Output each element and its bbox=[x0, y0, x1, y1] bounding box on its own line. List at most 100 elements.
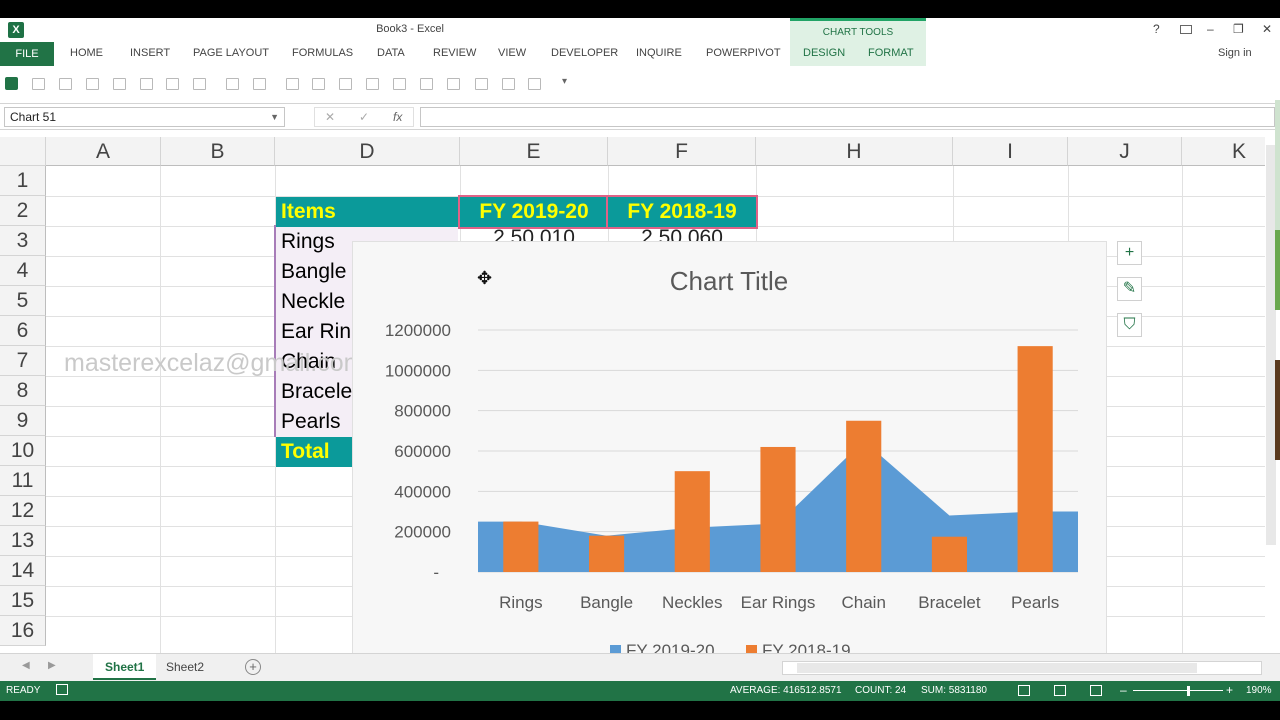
status-sum: SUM: 5831180 bbox=[921, 685, 987, 696]
tab-developer[interactable]: DEVELOPER bbox=[551, 47, 618, 59]
chart-styles-brush-icon[interactable]: ✎ bbox=[1117, 277, 1142, 301]
chevron-down-icon[interactable]: ▼ bbox=[270, 108, 279, 126]
row-header[interactable]: 4 bbox=[0, 256, 46, 286]
row-header[interactable]: 14 bbox=[0, 556, 46, 586]
chart-elements-plus-icon[interactable]: + bbox=[1117, 241, 1142, 265]
scroll-left-icon[interactable]: ◀ bbox=[22, 660, 30, 671]
row-header[interactable]: 1 bbox=[0, 166, 46, 196]
row-header[interactable]: 12 bbox=[0, 496, 46, 526]
customize-toolbar-icon[interactable]: ▾ bbox=[562, 76, 567, 87]
toolbar-icon[interactable] bbox=[253, 78, 266, 90]
tab-formulas[interactable]: FORMULAS bbox=[292, 47, 353, 59]
toolbar-icon[interactable] bbox=[339, 78, 352, 90]
cancel-icon[interactable]: ✕ bbox=[325, 110, 335, 124]
column-header-a[interactable]: A bbox=[46, 137, 161, 166]
tab-data[interactable]: DATA bbox=[377, 47, 405, 59]
page-layout-view-icon[interactable] bbox=[1054, 685, 1066, 696]
row-header[interactable]: 7 bbox=[0, 346, 46, 376]
toolbar-icon[interactable] bbox=[166, 78, 179, 90]
bar-fy-2018-19 bbox=[674, 471, 710, 572]
column-header-j[interactable]: J bbox=[1068, 137, 1182, 166]
toolbar-icon[interactable] bbox=[193, 78, 206, 90]
toolbar-icon[interactable] bbox=[502, 78, 515, 90]
row-header[interactable]: 8 bbox=[0, 376, 46, 406]
row-header[interactable]: 10 bbox=[0, 436, 46, 466]
watermark: masterexcelaz@gmail.com bbox=[64, 349, 365, 377]
zoom-slider-thumb[interactable] bbox=[1187, 686, 1190, 696]
zoom-in-icon[interactable]: + bbox=[1226, 683, 1233, 697]
column-header-h[interactable]: H bbox=[756, 137, 953, 166]
toolbar-icon[interactable] bbox=[393, 78, 406, 90]
ribbon-display-icon[interactable] bbox=[1180, 25, 1192, 34]
toolbar-icon[interactable] bbox=[447, 78, 460, 90]
column-header-e[interactable]: E bbox=[460, 137, 608, 166]
toolbar-icon[interactable] bbox=[420, 78, 433, 90]
tab-powerpivot[interactable]: POWERPIVOT bbox=[706, 47, 781, 59]
tab-view[interactable]: VIEW bbox=[498, 47, 526, 59]
tab-format[interactable]: FORMAT bbox=[868, 47, 914, 59]
scroll-right-icon[interactable]: ▶ bbox=[48, 660, 56, 671]
row-header[interactable]: 9 bbox=[0, 406, 46, 436]
normal-view-icon[interactable] bbox=[1018, 685, 1030, 696]
toolbar-icon[interactable] bbox=[32, 78, 45, 90]
page-break-view-icon[interactable] bbox=[1090, 685, 1102, 696]
scroll-thumb[interactable] bbox=[797, 663, 1197, 673]
tab-page-layout[interactable]: PAGE LAYOUT bbox=[193, 47, 269, 59]
enter-icon[interactable]: ✓ bbox=[359, 110, 369, 124]
column-header-d[interactable]: D bbox=[275, 137, 460, 166]
zoom-level[interactable]: 190% bbox=[1246, 685, 1272, 696]
sheet-tab-sheet2[interactable]: Sheet2 bbox=[154, 654, 216, 680]
select-all-corner[interactable] bbox=[0, 137, 46, 166]
help-icon[interactable]: ? bbox=[1153, 22, 1160, 36]
formula-input[interactable] bbox=[420, 107, 1275, 127]
row-header[interactable]: 5 bbox=[0, 286, 46, 316]
bar-fy-2018-19 bbox=[760, 446, 796, 572]
zoom-out-icon[interactable]: – bbox=[1120, 683, 1127, 697]
toolbar-icon[interactable] bbox=[113, 78, 126, 90]
toolbar-icon[interactable] bbox=[59, 78, 72, 90]
row-header[interactable]: 3 bbox=[0, 226, 46, 256]
horizontal-scrollbar[interactable] bbox=[782, 661, 1262, 675]
column-header-k[interactable]: K bbox=[1182, 137, 1275, 166]
toolbar-icon[interactable] bbox=[475, 78, 488, 90]
name-box[interactable]: Chart 51 ▼ bbox=[4, 107, 285, 127]
sheet-tab-sheet1[interactable]: Sheet1 bbox=[93, 654, 157, 680]
tab-file[interactable]: FILE bbox=[0, 42, 54, 66]
row-header[interactable]: 13 bbox=[0, 526, 46, 556]
column-header-i[interactable]: I bbox=[953, 137, 1068, 166]
toolbar-icon[interactable] bbox=[528, 78, 541, 90]
chart-object[interactable]: Chart Title - 200000 400000 600000 800000 1000… bbox=[352, 241, 1107, 653]
minimize-button[interactable]: – bbox=[1207, 22, 1214, 36]
sign-in-link[interactable]: Sign in bbox=[1218, 47, 1252, 59]
chart-filter-icon[interactable]: ⛉ bbox=[1117, 313, 1142, 337]
camera-icon[interactable] bbox=[140, 78, 153, 90]
insert-function-icon[interactable]: fx bbox=[393, 110, 402, 124]
column-header-f[interactable]: F bbox=[608, 137, 756, 166]
status-ready: READY bbox=[6, 685, 41, 696]
macro-record-icon[interactable] bbox=[56, 684, 68, 695]
x-category-label: Pearls bbox=[1011, 593, 1059, 612]
toolbar-icon[interactable] bbox=[86, 78, 99, 90]
row-header[interactable]: 16 bbox=[0, 616, 46, 646]
row-header[interactable]: 11 bbox=[0, 466, 46, 496]
tab-design[interactable]: DESIGN bbox=[803, 47, 845, 59]
row-header[interactable]: 6 bbox=[0, 316, 46, 346]
restore-button[interactable]: ❐ bbox=[1233, 22, 1244, 36]
top-black-bar bbox=[0, 0, 1280, 18]
row-header[interactable]: 2 bbox=[0, 196, 46, 226]
tab-inquire[interactable]: INQUIRE bbox=[636, 47, 682, 59]
tab-home[interactable]: HOME bbox=[70, 47, 103, 59]
tab-review[interactable]: REVIEW bbox=[433, 47, 476, 59]
toolbar-icon[interactable] bbox=[312, 78, 325, 90]
row-header[interactable]: 15 bbox=[0, 586, 46, 616]
save-icon[interactable] bbox=[5, 77, 18, 90]
toolbar-icon[interactable] bbox=[286, 78, 299, 90]
tab-insert[interactable]: INSERT bbox=[130, 47, 170, 59]
add-sheet-icon[interactable]: + bbox=[245, 659, 261, 675]
toolbar-icon[interactable] bbox=[226, 78, 239, 90]
toolbar-icon[interactable] bbox=[366, 78, 379, 90]
close-button[interactable]: ✕ bbox=[1262, 22, 1272, 36]
zoom-slider[interactable] bbox=[1133, 690, 1223, 691]
header-items[interactable]: Items bbox=[276, 197, 458, 227]
column-header-b[interactable]: B bbox=[161, 137, 275, 166]
